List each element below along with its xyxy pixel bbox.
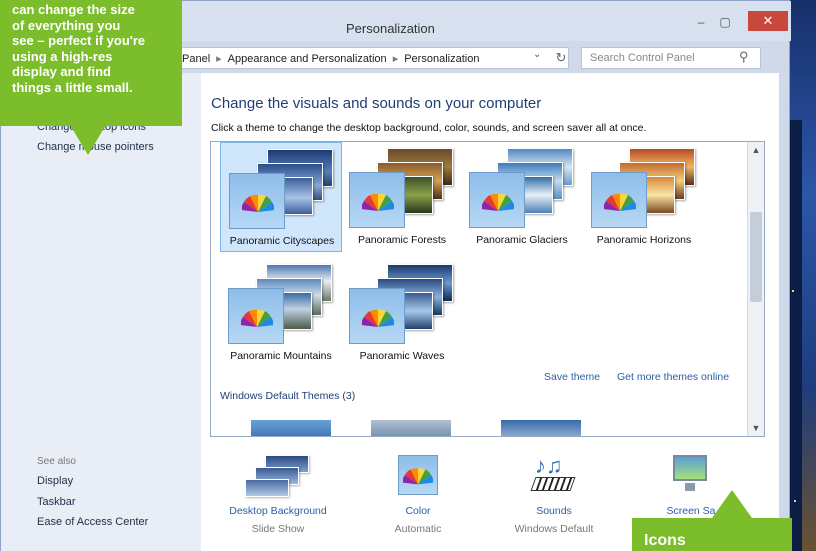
theme-panoramic-forests[interactable]: Panoramic Forests (341, 142, 463, 252)
callout-line: can change the size (12, 2, 135, 17)
taskbar-link[interactable]: Taskbar (37, 496, 76, 508)
default-theme-thumbnail[interactable] (251, 420, 331, 436)
setting-title: Sounds (536, 505, 572, 517)
callout-icons-label: Icons (632, 518, 792, 551)
theme-label: Panoramic Forests (357, 234, 447, 246)
callout-size-tip: can change the size of everything you se… (0, 0, 182, 126)
desktop-background-icon (243, 455, 313, 499)
theme-thumbnail (589, 148, 699, 230)
screen-saver-icon (669, 455, 713, 499)
chevron-down-icon[interactable]: ⌄ (533, 49, 541, 60)
sounds-icon: ♪♫ (529, 455, 579, 499)
breadcrumb-item[interactable]: Personalization (404, 53, 479, 65)
callout-line: things a little small. (12, 79, 133, 95)
theme-thumbnail (467, 148, 577, 230)
theme-thumbnail (347, 264, 457, 346)
setting-value: Automatic (394, 523, 442, 535)
default-theme-thumbnail[interactable] (501, 420, 581, 436)
theme-list: Panoramic Cityscapes Panoramic Forests P… (210, 141, 765, 437)
page-title: Change the visuals and sounds on your co… (211, 95, 542, 112)
theme-panoramic-mountains[interactable]: Panoramic Mountains (220, 258, 342, 368)
search-input[interactable]: Search Control Panel (581, 47, 761, 69)
windows-default-themes-heading: Windows Default Themes (3) (220, 390, 356, 402)
chevron-right-icon: ▸ (392, 53, 399, 65)
window-title: Personalization (346, 21, 435, 36)
breadcrumb[interactable]: Panel ▸ Appearance and Personalization ▸ Per… (151, 47, 569, 69)
theme-panoramic-cityscapes[interactable]: Panoramic Cityscapes (220, 142, 342, 252)
theme-panoramic-waves[interactable]: Panoramic Waves (341, 258, 463, 368)
theme-fan-icon (482, 193, 514, 211)
theme-fan-icon (362, 309, 394, 327)
theme-thumbnail (347, 148, 457, 230)
callout-arrow-up (712, 490, 752, 518)
display-link[interactable]: Display (37, 475, 73, 487)
callout-line: see – perfect if you're (12, 33, 146, 48)
setting-value: Windows Default (514, 523, 594, 535)
default-theme-thumbnail[interactable] (371, 420, 451, 436)
setting-title: Desktop Background (229, 505, 327, 517)
save-theme-link[interactable]: Save theme (544, 371, 600, 383)
get-more-themes-link[interactable]: Get more themes online (617, 371, 729, 383)
callout-arrow-down (70, 125, 106, 155)
theme-fan-icon (362, 193, 394, 211)
close-button[interactable]: ✕ (748, 11, 788, 31)
refresh-icon[interactable]: ↻ (551, 47, 571, 69)
theme-label: Panoramic Glaciers (476, 234, 568, 246)
breadcrumb-item[interactable]: Panel (182, 53, 210, 65)
main-content: Change the visuals and sounds on your co… (201, 73, 779, 551)
scroll-thumb[interactable] (750, 212, 762, 302)
theme-fan-icon (242, 194, 274, 212)
callout-line: of everything you (12, 17, 121, 33)
theme-fan-icon (604, 193, 636, 211)
minimize-button[interactable]: – (691, 15, 711, 29)
theme-label: Panoramic Cityscapes (229, 235, 335, 247)
sounds-setting[interactable]: ♪♫ Sounds Windows Default (489, 455, 619, 536)
theme-fan-icon (241, 309, 273, 327)
theme-panoramic-horizons[interactable]: Panoramic Horizons (583, 142, 705, 252)
desktop-background-setting[interactable]: Desktop Background Slide Show (213, 455, 343, 535)
page-subtitle: Click a theme to change the desktop back… (211, 122, 647, 134)
ease-of-access-link[interactable]: Ease of Access Center (37, 516, 148, 528)
setting-value: Slide Show (251, 523, 305, 535)
setting-title: Color (405, 505, 431, 517)
theme-thumbnail (226, 264, 336, 346)
callout-line: display and find (12, 64, 111, 79)
color-setting[interactable]: Color Automatic (353, 455, 483, 535)
search-icon[interactable]: ⚲ (739, 49, 749, 65)
scroll-down-icon[interactable]: ▼ (748, 420, 764, 436)
theme-panoramic-glaciers[interactable]: Panoramic Glaciers (461, 142, 583, 252)
theme-thumbnail (227, 149, 337, 231)
callout-line: using a high-res (12, 48, 113, 64)
color-icon (396, 455, 440, 499)
maximize-button[interactable]: ▢ (715, 15, 735, 29)
breadcrumb-item[interactable]: Appearance and Personalization (228, 53, 387, 65)
theme-list-scrollbar[interactable]: ▲ ▼ (747, 142, 764, 436)
theme-label: Panoramic Horizons (596, 234, 692, 246)
chevron-right-icon: ▸ (216, 53, 222, 65)
see-also-label: See also (37, 456, 76, 467)
theme-label: Panoramic Mountains (230, 350, 332, 362)
scroll-up-icon[interactable]: ▲ (748, 142, 764, 158)
theme-label: Panoramic Waves (359, 350, 445, 362)
